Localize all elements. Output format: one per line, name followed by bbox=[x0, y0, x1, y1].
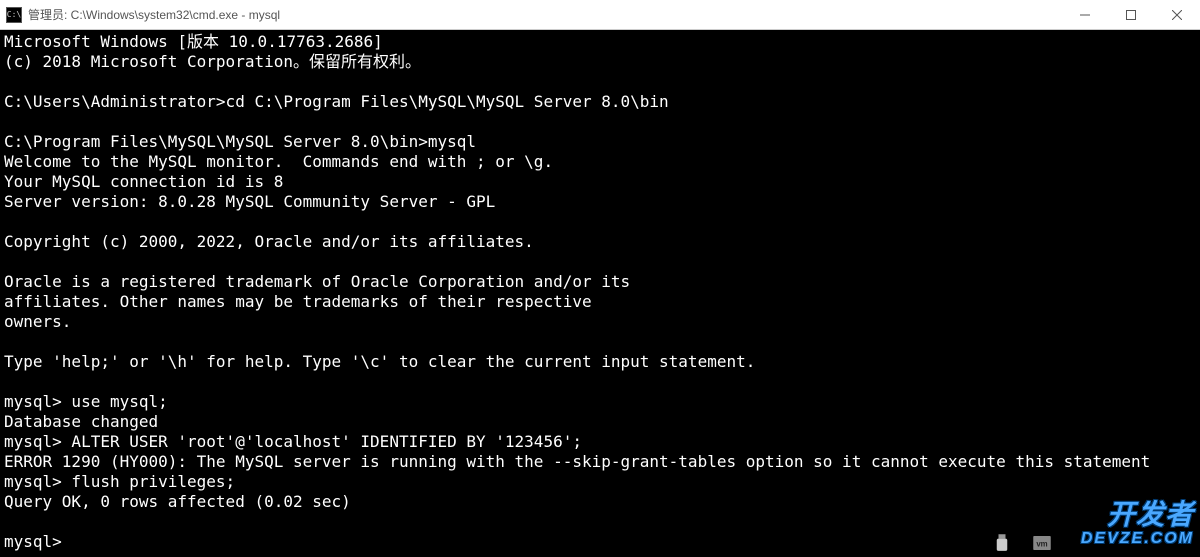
watermark-line2: DEVZE.COM bbox=[1081, 527, 1194, 551]
terminal-line bbox=[4, 212, 1196, 232]
close-button[interactable] bbox=[1154, 0, 1200, 29]
terminal-line: Database changed bbox=[4, 412, 1196, 432]
terminal-line: owners. bbox=[4, 312, 1196, 332]
minimize-icon bbox=[1080, 10, 1090, 20]
vm-icon[interactable]: vm bbox=[1032, 533, 1052, 553]
usb-icon[interactable] bbox=[992, 533, 1012, 553]
terminal-line bbox=[4, 112, 1196, 132]
window-controls bbox=[1062, 0, 1200, 29]
close-icon bbox=[1172, 10, 1182, 20]
terminal-line: Your MySQL connection id is 8 bbox=[4, 172, 1196, 192]
terminal-line bbox=[4, 332, 1196, 352]
watermark: 开发者 DEVZE.COM bbox=[1081, 503, 1194, 551]
window-titlebar: C:\ 管理员: C:\Windows\system32\cmd.exe - m… bbox=[0, 0, 1200, 30]
svg-text:vm: vm bbox=[1036, 540, 1047, 549]
maximize-icon bbox=[1126, 10, 1136, 20]
terminal-line bbox=[4, 512, 1196, 532]
terminal-line bbox=[4, 372, 1196, 392]
terminal-line: Microsoft Windows [版本 10.0.17763.2686] bbox=[4, 32, 1196, 52]
terminal-line bbox=[4, 72, 1196, 92]
terminal-line: Server version: 8.0.28 MySQL Community S… bbox=[4, 192, 1196, 212]
window-title: 管理员: C:\Windows\system32\cmd.exe - mysql bbox=[28, 6, 280, 23]
terminal-line: Copyright (c) 2000, 2022, Oracle and/or … bbox=[4, 232, 1196, 252]
terminal-output[interactable]: Microsoft Windows [版本 10.0.17763.2686](c… bbox=[0, 30, 1200, 557]
terminal-line: mysql> flush privileges; bbox=[4, 472, 1196, 492]
watermark-line1: 开发者 bbox=[1081, 503, 1194, 527]
terminal-line: mysql> ALTER USER 'root'@'localhost' IDE… bbox=[4, 432, 1196, 452]
titlebar-left: C:\ 管理员: C:\Windows\system32\cmd.exe - m… bbox=[0, 6, 280, 23]
maximize-button[interactable] bbox=[1108, 0, 1154, 29]
terminal-line bbox=[4, 252, 1196, 272]
minimize-button[interactable] bbox=[1062, 0, 1108, 29]
terminal-line: Oracle is a registered trademark of Orac… bbox=[4, 272, 1196, 292]
terminal-line: affiliates. Other names may be trademark… bbox=[4, 292, 1196, 312]
terminal-line: mysql> use mysql; bbox=[4, 392, 1196, 412]
terminal-line: Type 'help;' or '\h' for help. Type '\c'… bbox=[4, 352, 1196, 372]
terminal-line: C:\Users\Administrator>cd C:\Program Fil… bbox=[4, 92, 1196, 112]
terminal-line: Welcome to the MySQL monitor. Commands e… bbox=[4, 152, 1196, 172]
terminal-line: C:\Program Files\MySQL\MySQL Server 8.0\… bbox=[4, 132, 1196, 152]
terminal-line: Query OK, 0 rows affected (0.02 sec) bbox=[4, 492, 1196, 512]
terminal-line: ERROR 1290 (HY000): The MySQL server is … bbox=[4, 452, 1196, 472]
cmd-icon: C:\ bbox=[6, 7, 22, 23]
terminal-line: (c) 2018 Microsoft Corporation。保留所有权利。 bbox=[4, 52, 1196, 72]
tray-icons: vm bbox=[992, 533, 1052, 553]
